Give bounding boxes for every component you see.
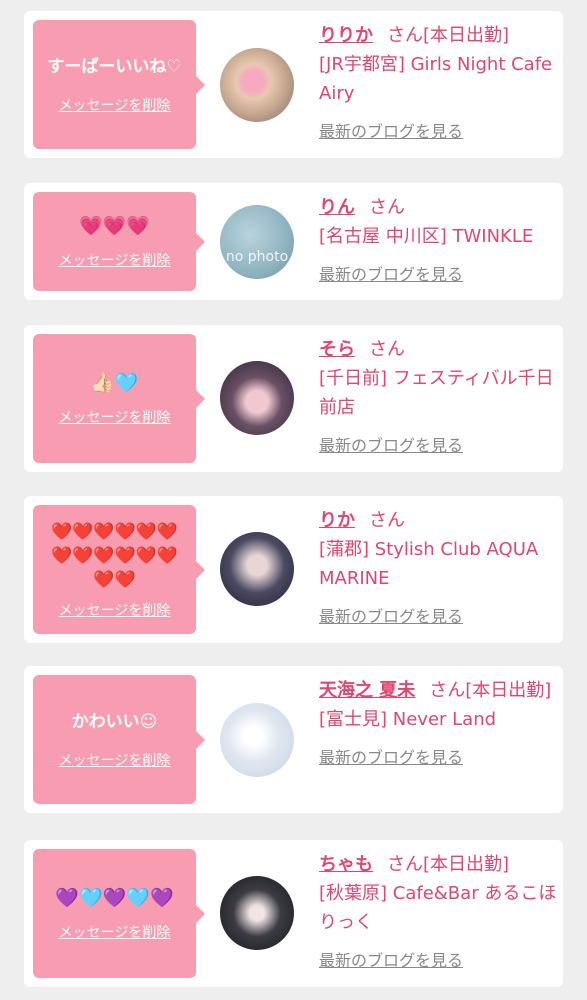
- latest-blog-link[interactable]: 最新のブログを見る: [319, 947, 463, 971]
- san-status: さん[本日出勤]: [387, 25, 510, 46]
- message-bubble: 💜🩵💜🩵💜 メッセージを削除: [33, 849, 205, 978]
- shop-name: [千日前] フェスティバル千日前店: [319, 368, 554, 418]
- message-bubble: ❤️❤️❤️❤️❤️❤️❤️❤️❤️❤️❤️❤️❤️❤️ メッセージを削除: [33, 505, 205, 634]
- message-card: ❤️❤️❤️❤️❤️❤️❤️❤️❤️❤️❤️❤️❤️❤️ メッセージを削除 りか…: [24, 496, 563, 643]
- message-card: すーぱーいいね♡ メッセージを削除 りりか さん[本日出勤] [JR宇都宮] Gi…: [24, 11, 563, 158]
- message-bubble: 👍🏻🩵 メッセージを削除: [33, 334, 205, 463]
- message-emoji: 👍🏻🩵: [90, 371, 139, 394]
- cast-info: りりか さん[本日出勤] [JR宇都宮] Girls Night Cafe Air…: [319, 21, 559, 142]
- message-card: かわいい☺ メッセージを削除 天海之 夏未 さん[本日出勤] [富士見] Neve…: [24, 666, 563, 813]
- message-card: 👍🏻🩵 メッセージを削除 そら さん [千日前] フェスティバル千日前店 最新のブ…: [24, 325, 563, 472]
- shop-name: [蒲郡] Stylish Club AQUA MARINE: [319, 539, 539, 589]
- message-bubble: かわいい☺ メッセージを削除: [33, 675, 205, 804]
- shop-name: [名古屋 中川区] TWINKLE: [319, 226, 534, 247]
- cast-name-link[interactable]: ちゃも: [319, 854, 373, 875]
- avatar[interactable]: [220, 703, 294, 777]
- message-emoji: 💜🩵💜🩵💜: [55, 886, 174, 909]
- san-status: さん: [369, 339, 405, 360]
- san-status: さん[本日出勤]: [429, 680, 552, 701]
- no-photo-label: no photo: [225, 249, 289, 265]
- message-text: かわいい☺: [71, 711, 158, 732]
- cast-info: 天海之 夏未 さん[本日出勤] [富士見] Never Land 最新のブログを見…: [319, 676, 559, 768]
- san-status: さん: [369, 510, 405, 531]
- avatar[interactable]: [220, 532, 294, 606]
- message-card: 💜🩵💜🩵💜 メッセージを削除 ちゃも さん[本日出勤] [秋葉原] Cafe&Ba…: [24, 840, 563, 987]
- shop-name: [JR宇都宮] Girls Night Cafe Airy: [319, 54, 553, 104]
- cast-info: そら さん [千日前] フェスティバル千日前店 最新のブログを見る: [319, 335, 559, 456]
- message-text: すーぱーいいね♡: [47, 56, 182, 77]
- avatar[interactable]: [220, 48, 294, 122]
- message-emoji: ❤️❤️❤️❤️❤️❤️❤️❤️❤️❤️❤️❤️❤️❤️: [50, 521, 178, 590]
- cast-name-link[interactable]: 天海之 夏未: [319, 680, 415, 701]
- message-emoji: 💗💗💗: [79, 214, 150, 237]
- latest-blog-link[interactable]: 最新のブログを見る: [319, 261, 463, 285]
- delete-message-link[interactable]: メッセージを削除: [59, 95, 171, 115]
- cast-name-link[interactable]: りか: [319, 510, 355, 531]
- shop-name: [秋葉原] Cafe&Bar あるこほりっく: [319, 883, 557, 933]
- san-status: さん: [369, 197, 405, 218]
- delete-message-link[interactable]: メッセージを削除: [59, 407, 171, 427]
- cast-info: ちゃも さん[本日出勤] [秋葉原] Cafe&Bar あるこほりっく 最新のブロ…: [319, 850, 559, 971]
- latest-blog-link[interactable]: 最新のブログを見る: [319, 118, 463, 142]
- message-bubble: 💗💗💗 メッセージを削除: [33, 192, 205, 291]
- cast-name-link[interactable]: りりか: [319, 25, 373, 46]
- avatar[interactable]: [220, 361, 294, 435]
- latest-blog-link[interactable]: 最新のブログを見る: [319, 432, 463, 456]
- cast-name-link[interactable]: そら: [319, 339, 355, 360]
- delete-message-link[interactable]: メッセージを削除: [59, 922, 171, 942]
- delete-message-link[interactable]: メッセージを削除: [59, 600, 171, 620]
- latest-blog-link[interactable]: 最新のブログを見る: [319, 744, 463, 768]
- avatar[interactable]: no photo: [220, 205, 294, 279]
- san-status: さん[本日出勤]: [387, 854, 510, 875]
- delete-message-link[interactable]: メッセージを削除: [59, 250, 171, 270]
- message-bubble: すーぱーいいね♡ メッセージを削除: [33, 20, 205, 149]
- shop-name: [富士見] Never Land: [319, 709, 497, 730]
- message-card: 💗💗💗 メッセージを削除 no photo りん さん [名古屋 中川区] TWI…: [24, 183, 563, 300]
- latest-blog-link[interactable]: 最新のブログを見る: [319, 603, 463, 627]
- cast-info: りん さん [名古屋 中川区] TWINKLE 最新のブログを見る: [319, 193, 559, 285]
- cast-info: りか さん [蒲郡] Stylish Club AQUA MARINE 最新のブロ…: [319, 506, 559, 627]
- cast-name-link[interactable]: りん: [319, 197, 355, 218]
- delete-message-link[interactable]: メッセージを削除: [59, 750, 171, 770]
- avatar[interactable]: [220, 876, 294, 950]
